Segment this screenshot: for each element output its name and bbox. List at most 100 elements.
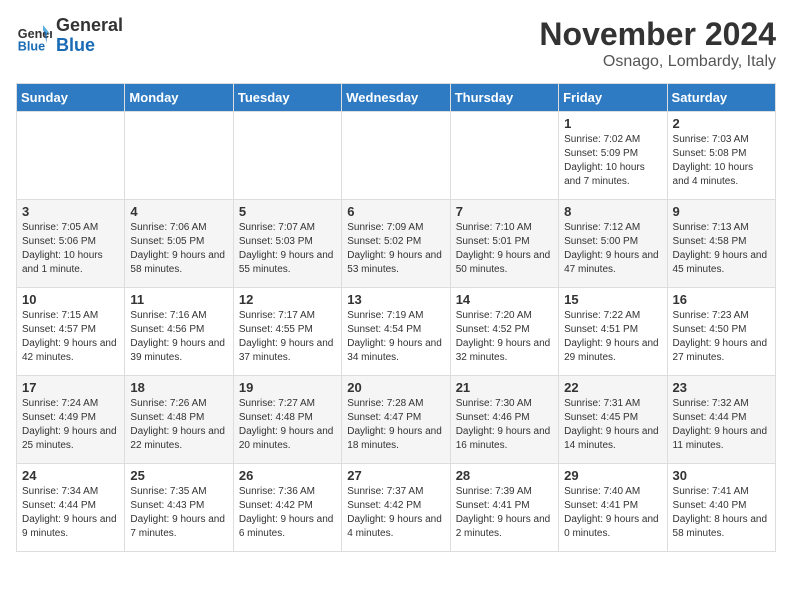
day-info: Sunrise: 7:40 AM Sunset: 4:41 PM Dayligh… bbox=[564, 485, 661, 541]
day-cell-2: 2Sunrise: 7:03 AM Sunset: 5:08 PM Daylig… bbox=[667, 112, 775, 200]
calendar-table: SundayMondayTuesdayWednesdayThursdayFrid… bbox=[16, 83, 776, 552]
day-cell-30: 30 Sunrise: 7:41 AM Sunset: 4:40 PM Dayli… bbox=[667, 464, 775, 552]
day-number: 29 bbox=[564, 468, 661, 483]
day-number: 1 bbox=[564, 116, 661, 131]
empty-cell bbox=[125, 112, 233, 200]
day-cell-1: 1 Sunrise: 7:02 AM Sunset: 5:09 PM Daylig… bbox=[559, 112, 667, 200]
weekday-header-saturday: Saturday bbox=[667, 84, 775, 112]
day-cell-14: 14Sunrise: 7:20 AM Sunset: 4:52 PM Dayli… bbox=[450, 288, 558, 376]
day-cell-24: 24Sunrise: 7:34 AM Sunset: 4:44 PM Dayli… bbox=[17, 464, 125, 552]
day-cell-25: 25Sunrise: 7:35 AM Sunset: 4:43 PM Dayli… bbox=[125, 464, 233, 552]
day-info: Sunrise: 7:02 AM Sunset: 5:09 PM Dayligh… bbox=[564, 133, 661, 189]
day-number: 23 bbox=[673, 380, 770, 395]
day-info: Sunrise: 7:31 AM Sunset: 4:45 PM Dayligh… bbox=[564, 397, 661, 453]
day-cell-29: 29 Sunrise: 7:40 AM Sunset: 4:41 PM Dayli… bbox=[559, 464, 667, 552]
day-cell-11: 11 Sunrise: 7:16 AM Sunset: 4:56 PM Dayli… bbox=[125, 288, 233, 376]
day-cell-9: 9 Sunrise: 7:13 AM Sunset: 4:58 PM Daylig… bbox=[667, 200, 775, 288]
day-info: Sunrise: 7:10 AM Sunset: 5:01 PM Dayligh… bbox=[456, 221, 553, 277]
day-number: 15 bbox=[564, 292, 661, 307]
day-info: Sunrise: 7:28 AM Sunset: 4:47 PM Dayligh… bbox=[347, 397, 444, 453]
weekday-header-wednesday: Wednesday bbox=[342, 84, 450, 112]
day-cell-7: 7Sunrise: 7:10 AM Sunset: 5:01 PM Daylig… bbox=[450, 200, 558, 288]
day-number: 12 bbox=[239, 292, 336, 307]
day-cell-15: 15Sunrise: 7:22 AM Sunset: 4:51 PM Dayli… bbox=[559, 288, 667, 376]
weekday-header-sunday: Sunday bbox=[17, 84, 125, 112]
day-info: Sunrise: 7:37 AM Sunset: 4:42 PM Dayligh… bbox=[347, 485, 444, 541]
title-area: November 2024 Osnago, Lombardy, Italy bbox=[539, 16, 776, 71]
week-row-1: 1 Sunrise: 7:02 AM Sunset: 5:09 PM Daylig… bbox=[17, 112, 776, 200]
day-cell-26: 26 Sunrise: 7:36 AM Sunset: 4:42 PM Dayli… bbox=[233, 464, 341, 552]
day-info: Sunrise: 7:32 AM Sunset: 4:44 PM Dayligh… bbox=[673, 397, 770, 453]
day-cell-13: 13 Sunrise: 7:19 AM Sunset: 4:54 PM Dayli… bbox=[342, 288, 450, 376]
day-info: Sunrise: 7:12 AM Sunset: 5:00 PM Dayligh… bbox=[564, 221, 661, 277]
day-cell-20: 20 Sunrise: 7:28 AM Sunset: 4:47 PM Dayli… bbox=[342, 376, 450, 464]
day-cell-12: 12 Sunrise: 7:17 AM Sunset: 4:55 PM Dayli… bbox=[233, 288, 341, 376]
day-number: 30 bbox=[673, 468, 770, 483]
week-row-5: 24Sunrise: 7:34 AM Sunset: 4:44 PM Dayli… bbox=[17, 464, 776, 552]
day-info: Sunrise: 7:26 AM Sunset: 4:48 PM Dayligh… bbox=[130, 397, 227, 453]
day-cell-5: 5 Sunrise: 7:07 AM Sunset: 5:03 PM Daylig… bbox=[233, 200, 341, 288]
logo: General Blue General Blue bbox=[16, 16, 123, 56]
day-number: 27 bbox=[347, 468, 444, 483]
logo-blue: Blue bbox=[56, 36, 123, 56]
day-info: Sunrise: 7:13 AM Sunset: 4:58 PM Dayligh… bbox=[673, 221, 770, 277]
weekday-header-monday: Monday bbox=[125, 84, 233, 112]
day-info: Sunrise: 7:17 AM Sunset: 4:55 PM Dayligh… bbox=[239, 309, 336, 365]
day-info: Sunrise: 7:05 AM Sunset: 5:06 PM Dayligh… bbox=[22, 221, 119, 277]
day-number: 10 bbox=[22, 292, 119, 307]
svg-text:Blue: Blue bbox=[18, 39, 45, 53]
empty-cell bbox=[342, 112, 450, 200]
day-info: Sunrise: 7:39 AM Sunset: 4:41 PM Dayligh… bbox=[456, 485, 553, 541]
day-number: 28 bbox=[456, 468, 553, 483]
week-row-3: 10 Sunrise: 7:15 AM Sunset: 4:57 PM Dayli… bbox=[17, 288, 776, 376]
day-number: 11 bbox=[130, 292, 227, 307]
day-info: Sunrise: 7:06 AM Sunset: 5:05 PM Dayligh… bbox=[130, 221, 227, 277]
day-info: Sunrise: 7:15 AM Sunset: 4:57 PM Dayligh… bbox=[22, 309, 119, 365]
day-cell-22: 22 Sunrise: 7:31 AM Sunset: 4:45 PM Dayli… bbox=[559, 376, 667, 464]
day-cell-10: 10 Sunrise: 7:15 AM Sunset: 4:57 PM Dayli… bbox=[17, 288, 125, 376]
day-cell-4: 4 Sunrise: 7:06 AM Sunset: 5:05 PM Daylig… bbox=[125, 200, 233, 288]
logo-general: General bbox=[56, 16, 123, 36]
day-number: 9 bbox=[673, 204, 770, 219]
empty-cell bbox=[450, 112, 558, 200]
day-info: Sunrise: 7:36 AM Sunset: 4:42 PM Dayligh… bbox=[239, 485, 336, 541]
day-cell-18: 18 Sunrise: 7:26 AM Sunset: 4:48 PM Dayli… bbox=[125, 376, 233, 464]
day-cell-21: 21Sunrise: 7:30 AM Sunset: 4:46 PM Dayli… bbox=[450, 376, 558, 464]
week-row-2: 3Sunrise: 7:05 AM Sunset: 5:06 PM Daylig… bbox=[17, 200, 776, 288]
day-cell-23: 23 Sunrise: 7:32 AM Sunset: 4:44 PM Dayli… bbox=[667, 376, 775, 464]
empty-cell bbox=[17, 112, 125, 200]
day-cell-17: 17 Sunrise: 7:24 AM Sunset: 4:49 PM Dayli… bbox=[17, 376, 125, 464]
day-number: 20 bbox=[347, 380, 444, 395]
day-number: 6 bbox=[347, 204, 444, 219]
day-number: 24 bbox=[22, 468, 119, 483]
day-cell-3: 3Sunrise: 7:05 AM Sunset: 5:06 PM Daylig… bbox=[17, 200, 125, 288]
day-info: Sunrise: 7:07 AM Sunset: 5:03 PM Dayligh… bbox=[239, 221, 336, 277]
day-number: 4 bbox=[130, 204, 227, 219]
day-info: Sunrise: 7:41 AM Sunset: 4:40 PM Dayligh… bbox=[673, 485, 770, 541]
day-cell-8: 8Sunrise: 7:12 AM Sunset: 5:00 PM Daylig… bbox=[559, 200, 667, 288]
day-info: Sunrise: 7:24 AM Sunset: 4:49 PM Dayligh… bbox=[22, 397, 119, 453]
logo-text: General Blue bbox=[56, 16, 123, 56]
day-info: Sunrise: 7:20 AM Sunset: 4:52 PM Dayligh… bbox=[456, 309, 553, 365]
day-number: 16 bbox=[673, 292, 770, 307]
day-cell-19: 19Sunrise: 7:27 AM Sunset: 4:48 PM Dayli… bbox=[233, 376, 341, 464]
empty-cell bbox=[233, 112, 341, 200]
day-number: 5 bbox=[239, 204, 336, 219]
day-info: Sunrise: 7:19 AM Sunset: 4:54 PM Dayligh… bbox=[347, 309, 444, 365]
day-number: 22 bbox=[564, 380, 661, 395]
page-header: General Blue General Blue November 2024 … bbox=[16, 16, 776, 71]
weekday-header-friday: Friday bbox=[559, 84, 667, 112]
day-info: Sunrise: 7:23 AM Sunset: 4:50 PM Dayligh… bbox=[673, 309, 770, 365]
weekday-header-tuesday: Tuesday bbox=[233, 84, 341, 112]
day-cell-16: 16 Sunrise: 7:23 AM Sunset: 4:50 PM Dayli… bbox=[667, 288, 775, 376]
day-number: 25 bbox=[130, 468, 227, 483]
day-number: 26 bbox=[239, 468, 336, 483]
day-info: Sunrise: 7:03 AM Sunset: 5:08 PM Dayligh… bbox=[673, 133, 770, 189]
day-info: Sunrise: 7:16 AM Sunset: 4:56 PM Dayligh… bbox=[130, 309, 227, 365]
week-row-4: 17 Sunrise: 7:24 AM Sunset: 4:49 PM Dayli… bbox=[17, 376, 776, 464]
day-number: 18 bbox=[130, 380, 227, 395]
day-number: 17 bbox=[22, 380, 119, 395]
day-number: 13 bbox=[347, 292, 444, 307]
logo-icon: General Blue bbox=[16, 18, 52, 54]
day-cell-28: 28 Sunrise: 7:39 AM Sunset: 4:41 PM Dayli… bbox=[450, 464, 558, 552]
